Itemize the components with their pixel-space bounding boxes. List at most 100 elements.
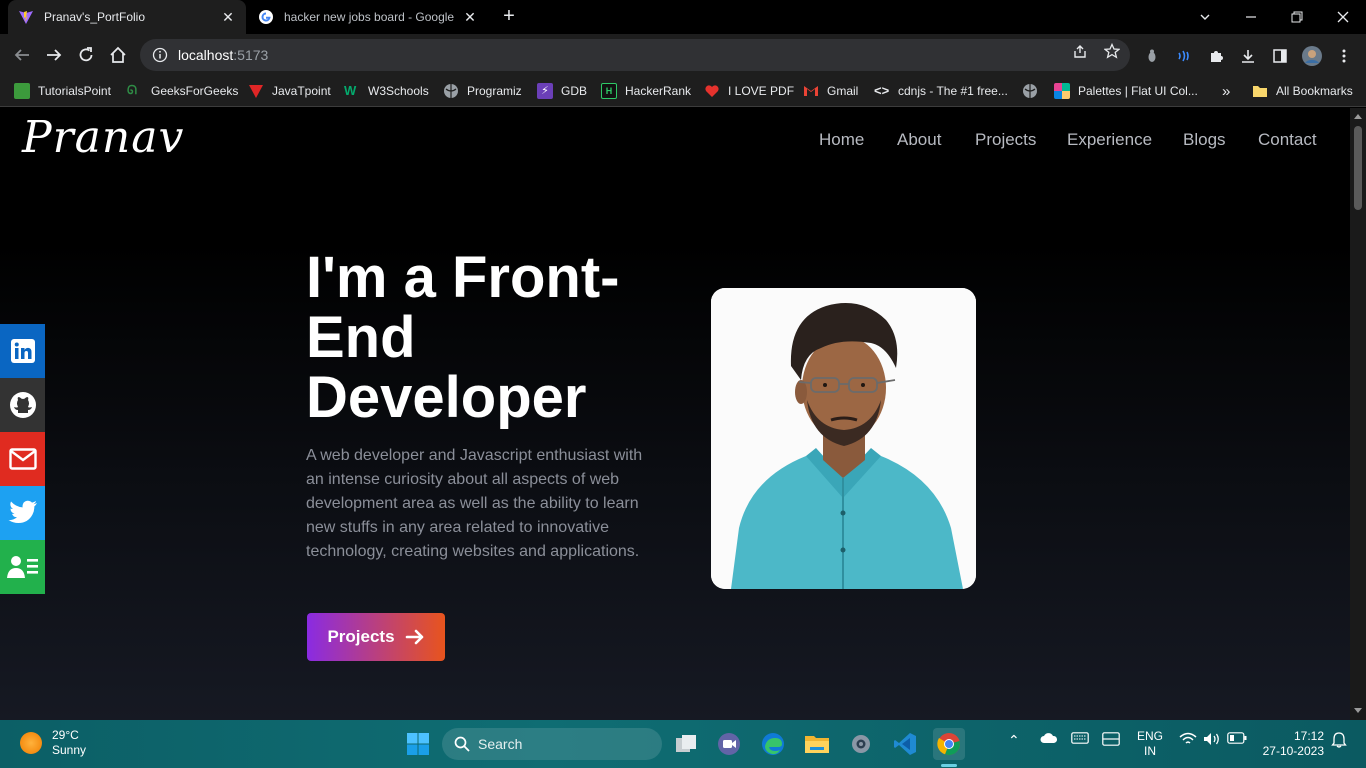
bookmark-globe[interactable]	[1022, 82, 1046, 100]
bookmark-hackerrank[interactable]: H HackerRank	[601, 82, 691, 100]
bookmark-label: cdnjs - The #1 free...	[898, 84, 1008, 98]
w3schools-icon: W	[344, 83, 357, 98]
forward-icon[interactable]	[42, 43, 66, 67]
bookmark-programiz[interactable]: Programiz	[443, 82, 522, 100]
bookmark-gmail[interactable]: Gmail	[803, 82, 858, 100]
sun-icon	[20, 732, 42, 754]
restore-icon[interactable]	[1274, 0, 1320, 34]
resume-icon	[6, 556, 38, 578]
settings-gear-icon[interactable]	[845, 728, 877, 760]
bookmark-label: JavaTpoint	[272, 84, 331, 98]
clock[interactable]: 17:12 27-10-2023	[1256, 729, 1324, 759]
site-info-icon[interactable]	[152, 47, 168, 63]
nav-blogs[interactable]: Blogs	[1183, 130, 1226, 150]
back-icon[interactable]	[10, 43, 34, 67]
scroll-down-icon[interactable]	[1354, 708, 1362, 713]
bookmark-label: W3Schools	[368, 84, 429, 98]
nav-about[interactable]: About	[897, 130, 941, 150]
scrollbar-thumb[interactable]	[1354, 126, 1362, 210]
address-bar[interactable]: localhost:5173	[140, 39, 1130, 71]
side-panel-icon[interactable]	[1270, 46, 1290, 66]
profile-avatar[interactable]	[1302, 46, 1322, 66]
show-hidden-icons[interactable]: ⌃	[1008, 732, 1020, 749]
twitter-icon	[8, 500, 37, 523]
notification-bell-icon[interactable]	[1331, 732, 1347, 748]
globe-icon	[1023, 84, 1037, 98]
extensions-puzzle-icon[interactable]	[1206, 46, 1226, 66]
language-code: ENG	[1136, 729, 1163, 743]
task-view-icon[interactable]	[670, 728, 702, 760]
nav-contact[interactable]: Contact	[1258, 130, 1317, 150]
arrow-right-icon	[405, 629, 423, 645]
tab-search-icon[interactable]	[1182, 0, 1228, 34]
teams-meet-icon[interactable]	[713, 728, 745, 760]
programiz-icon	[444, 84, 458, 98]
keyboard-icon[interactable]	[1071, 732, 1089, 744]
taskbar-search[interactable]: Search	[442, 728, 662, 760]
bookmark-label: Palettes | Flat UI Col...	[1078, 84, 1198, 98]
bookmarks-bar: TutorialsPoint ᘏ GeeksForGeeks JavaTpoin…	[0, 76, 1366, 107]
home-icon[interactable]	[106, 43, 130, 67]
new-tab-button[interactable]: +	[498, 6, 520, 28]
github-link[interactable]	[0, 378, 45, 432]
extension-bug-icon[interactable]	[1142, 46, 1162, 66]
site-logo[interactable]: Pranav	[22, 112, 184, 163]
bookmarks-overflow-button[interactable]: »	[1222, 82, 1230, 100]
projects-button[interactable]: Projects	[307, 613, 445, 661]
close-tab-icon[interactable]: ✕	[462, 9, 478, 25]
projects-button-label: Projects	[327, 627, 395, 646]
bookmark-star-icon[interactable]	[1103, 42, 1121, 60]
tab-title: hacker new jobs board - Google	[284, 10, 455, 24]
close-tab-icon[interactable]: ✕	[220, 9, 236, 25]
more-menu-icon[interactable]	[1334, 46, 1354, 66]
extension-wave-icon[interactable]	[1174, 46, 1194, 66]
bookmark-javatpoint[interactable]: JavaTpoint	[248, 82, 331, 100]
tab-strip: Pranav's_PortFolio ✕ hacker new jobs boa…	[0, 0, 1366, 34]
browser-toolbar: localhost:5173	[0, 34, 1366, 76]
bookmark-gdb[interactable]: ⚡ GDB	[537, 82, 587, 100]
bookmark-label: HackerRank	[625, 84, 692, 98]
twitter-link[interactable]	[0, 486, 45, 540]
linkedin-link[interactable]	[0, 324, 45, 378]
page-scrollbar[interactable]	[1350, 108, 1366, 720]
touch-keyboard-icon[interactable]	[1102, 732, 1120, 746]
active-app-indicator	[941, 764, 957, 767]
bookmark-label: GDB	[561, 84, 588, 98]
chrome-icon[interactable]	[933, 728, 965, 760]
hero-description: A web developer and Javascript enthusias…	[306, 447, 643, 560]
language-indicator[interactable]: ENG IN	[1136, 729, 1164, 759]
onedrive-icon[interactable]	[1040, 732, 1058, 744]
bookmark-ilovepdf[interactable]: I LOVE PDF	[704, 82, 794, 100]
email-link[interactable]	[0, 432, 45, 486]
volume-icon[interactable]	[1203, 732, 1221, 746]
bookmark-cdnjs[interactable]: <> cdnjs - The #1 free...	[874, 82, 1008, 100]
vite-icon	[19, 11, 33, 24]
edge-icon[interactable]	[757, 728, 789, 760]
vscode-icon[interactable]	[889, 728, 921, 760]
nav-home[interactable]: Home	[819, 130, 864, 150]
tab-portfolio[interactable]: Pranav's_PortFolio ✕	[8, 0, 246, 34]
bookmark-w3schools[interactable]: W W3Schools	[344, 82, 429, 100]
scroll-up-icon[interactable]	[1354, 114, 1362, 119]
battery-icon[interactable]	[1227, 732, 1247, 744]
resume-link[interactable]	[0, 540, 45, 594]
bookmark-tutorialspoint[interactable]: TutorialsPoint	[14, 82, 111, 100]
nav-experience[interactable]: Experience	[1067, 130, 1152, 150]
all-bookmarks-button[interactable]: All Bookmarks	[1252, 82, 1353, 100]
bookmark-flatuicolors[interactable]: Palettes | Flat UI Col...	[1054, 82, 1198, 100]
wifi-icon[interactable]	[1179, 732, 1197, 746]
share-icon[interactable]	[1071, 42, 1089, 60]
bookmark-geeksforgeeks[interactable]: ᘏ GeeksForGeeks	[127, 82, 238, 100]
tab-google-search[interactable]: hacker new jobs board - Google ✕	[248, 0, 488, 34]
page-viewport: Pranav Home About Projects Experience Bl…	[0, 108, 1350, 720]
download-icon[interactable]	[1238, 46, 1258, 66]
weather-widget[interactable]: 29°C Sunny	[20, 728, 86, 758]
nav-projects[interactable]: Projects	[975, 130, 1036, 150]
reload-icon[interactable]	[74, 43, 98, 67]
minimize-icon[interactable]	[1228, 0, 1274, 34]
file-explorer-icon[interactable]	[801, 728, 833, 760]
close-window-icon[interactable]	[1320, 0, 1366, 34]
start-icon[interactable]	[402, 728, 434, 760]
weather-condition: Sunny	[52, 743, 87, 757]
windows-taskbar: 29°C Sunny Search ⌃ ENG IN 17:12 27-10-2…	[0, 720, 1366, 768]
